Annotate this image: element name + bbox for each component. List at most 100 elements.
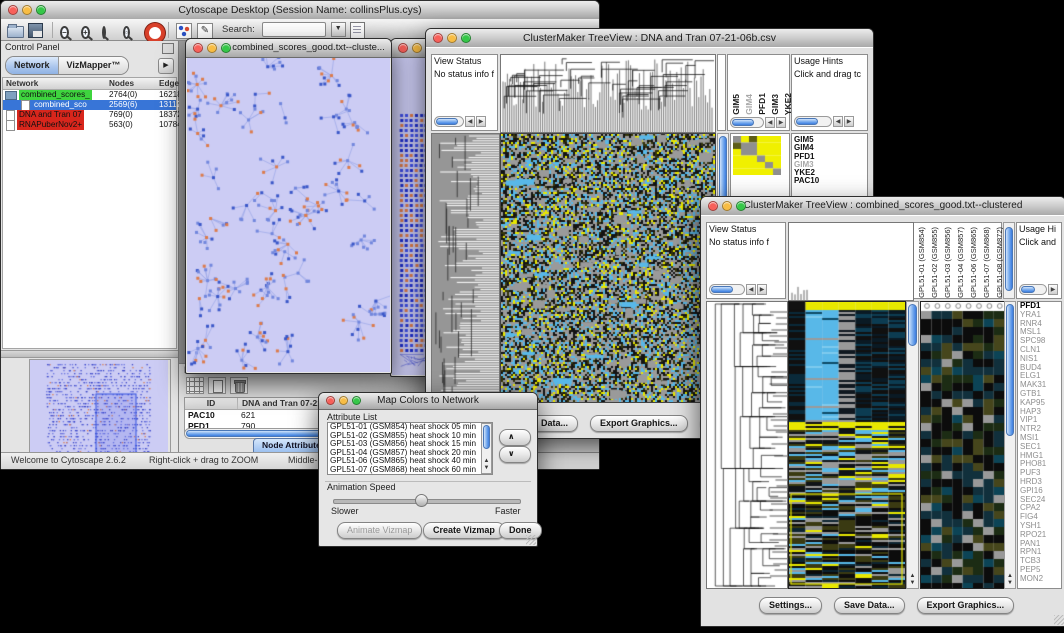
row-dendrogram-canvas[interactable]	[706, 301, 788, 589]
scroll-thumb[interactable]	[711, 286, 733, 293]
treeview1-button[interactable]: Data...	[531, 415, 578, 432]
scroll-left-button[interactable]: ◀	[765, 117, 775, 128]
treeview2-titlebar[interactable]: ClusterMaker TreeView : combined_scores_…	[701, 197, 1064, 216]
annotation-button[interactable]: ✎	[197, 22, 214, 38]
row-dendrogram-canvas[interactable]	[431, 133, 500, 403]
attribute-select-button[interactable]	[186, 377, 204, 394]
network-list-row[interactable]: combined_sco 2569(6) 13112(15)	[3, 100, 176, 110]
heatmap-vscroll[interactable]: ▲▼	[906, 301, 919, 589]
scroll-thumb[interactable]	[436, 118, 458, 125]
scroll-left-button[interactable]: ◀	[746, 284, 756, 295]
minimize-button[interactable]	[447, 33, 457, 43]
mini-heatmap-canvas[interactable]	[733, 136, 781, 175]
attribute-browser-button[interactable]	[350, 22, 367, 38]
panel-splitter[interactable]	[1, 350, 178, 358]
save-session-button[interactable]	[28, 22, 45, 38]
zoom-in-button[interactable]: +	[81, 22, 98, 38]
scroll-arrows[interactable]: ▲▼	[1006, 573, 1014, 587]
close-button[interactable]	[326, 396, 335, 405]
speed-slider-thumb[interactable]	[415, 494, 428, 507]
scroll-right-button[interactable]: ▶	[844, 116, 854, 127]
scroll-right-button[interactable]: ▶	[757, 284, 767, 295]
network-overview-canvas[interactable]	[30, 360, 168, 458]
treeview1-button[interactable]: Export Graphics...	[590, 415, 688, 432]
list-vscroll[interactable]: ▲▼	[481, 423, 492, 474]
zoom-button[interactable]	[461, 33, 471, 43]
scroll-right-button[interactable]: ▶	[476, 116, 486, 127]
help-button[interactable]	[144, 22, 161, 38]
dialog-titlebar[interactable]: Map Colors to Network	[319, 393, 537, 410]
gene-label[interactable]: MON2	[1018, 575, 1061, 584]
network-overview[interactable]	[29, 359, 171, 461]
treeview2-button[interactable]: Save Data...	[834, 597, 905, 614]
minimize-button[interactable]	[722, 201, 732, 211]
scroll-arrows[interactable]: ▲▼	[483, 458, 490, 472]
scrollbar[interactable]	[1019, 284, 1047, 295]
network-list-row[interactable]: RNAPuberNov2+ 563(0) 107847(0)	[3, 120, 176, 130]
resize-grip[interactable]	[526, 535, 536, 545]
network-list-row[interactable]: combined_scores_ 2764(0) 16218(0)	[3, 90, 176, 100]
zoom-button[interactable]	[36, 5, 46, 15]
column-dendrogram-canvas[interactable]	[500, 54, 716, 133]
scrollbar[interactable]	[709, 284, 745, 295]
treeview2-button[interactable]: Settings...	[759, 597, 822, 614]
main-titlebar[interactable]: Cytoscape Desktop (Session Name: collins…	[1, 1, 599, 20]
close-button[interactable]	[398, 43, 408, 53]
tab-network[interactable]: Network	[6, 57, 58, 74]
scroll-thumb[interactable]	[1021, 286, 1035, 293]
create-attribute-button[interactable]	[208, 377, 226, 394]
header-nodes[interactable]: Nodes	[109, 78, 134, 89]
create-vizmap-button[interactable]: Create Vizmap	[423, 522, 505, 539]
heatmap-canvas[interactable]	[788, 301, 906, 589]
scroll-thumb[interactable]	[732, 119, 754, 126]
close-button[interactable]	[433, 33, 443, 43]
scroll-arrows[interactable]: ▲▼	[908, 573, 917, 587]
header-network[interactable]: Network	[6, 78, 38, 89]
scrollbar[interactable]	[794, 116, 832, 127]
tab-overflow-button[interactable]: ▶	[158, 58, 174, 74]
zoom-button[interactable]	[352, 396, 361, 405]
animate-vizmap-button[interactable]: Animate Vizmap	[337, 522, 422, 539]
scroll-right-button[interactable]: ▶	[1048, 284, 1058, 295]
treeview1-titlebar[interactable]: ClusterMaker TreeView : DNA and Tran 07-…	[426, 29, 873, 48]
minimize-button[interactable]	[22, 5, 32, 15]
attribute-item[interactable]: GPL51-07 (GSM868) heat shock 60 min	[328, 466, 492, 475]
heatmap-canvas[interactable]	[500, 133, 716, 403]
float-panel-icon[interactable]	[162, 43, 174, 54]
network-canvas[interactable]	[187, 58, 390, 372]
search-dropdown-button[interactable]: ▼	[331, 22, 346, 37]
network-list-row[interactable]: DNA and Tran 07 769(0) 183728(0)	[3, 110, 176, 120]
scroll-thumb[interactable]	[1006, 304, 1014, 436]
scroll-right-button[interactable]: ▶	[776, 117, 786, 128]
open-session-button[interactable]	[7, 22, 24, 38]
scroll-thumb[interactable]	[1005, 227, 1013, 291]
minimize-button[interactable]	[339, 396, 348, 405]
zoom-heatmap-canvas[interactable]	[920, 301, 1005, 589]
search-input[interactable]	[262, 22, 326, 37]
network-titlebar[interactable]: combined_scores_good.txt--cluste...	[186, 39, 391, 58]
zoom-fit-button[interactable]	[102, 22, 119, 38]
close-button[interactable]	[708, 201, 718, 211]
delete-attribute-button[interactable]	[230, 377, 248, 394]
dendro-scroll-strip[interactable]	[717, 54, 726, 131]
zoom-out-button[interactable]: −	[60, 22, 77, 38]
col-id[interactable]: ID	[185, 398, 238, 409]
row-label[interactable]: PAC10	[792, 177, 867, 185]
move-up-button[interactable]: ∧	[499, 429, 531, 446]
scroll-thumb[interactable]	[908, 304, 917, 346]
top-vscroll[interactable]	[1003, 222, 1015, 299]
close-button[interactable]	[193, 43, 203, 53]
minimize-button[interactable]	[207, 43, 217, 53]
zoom-button[interactable]	[221, 43, 231, 53]
resize-grip[interactable]	[1054, 615, 1064, 625]
scrollbar[interactable]	[730, 117, 764, 128]
scrollbar[interactable]	[434, 116, 464, 127]
minimize-button[interactable]	[412, 43, 422, 53]
zoom-button[interactable]	[736, 201, 746, 211]
scroll-thumb[interactable]	[483, 425, 490, 449]
treeview2-button[interactable]: Export Graphics...	[917, 597, 1015, 614]
scroll-left-button[interactable]: ◀	[833, 116, 843, 127]
scroll-left-button[interactable]: ◀	[465, 116, 475, 127]
move-down-button[interactable]: ∨	[499, 446, 531, 463]
column-dendrogram-canvas[interactable]	[788, 222, 914, 301]
